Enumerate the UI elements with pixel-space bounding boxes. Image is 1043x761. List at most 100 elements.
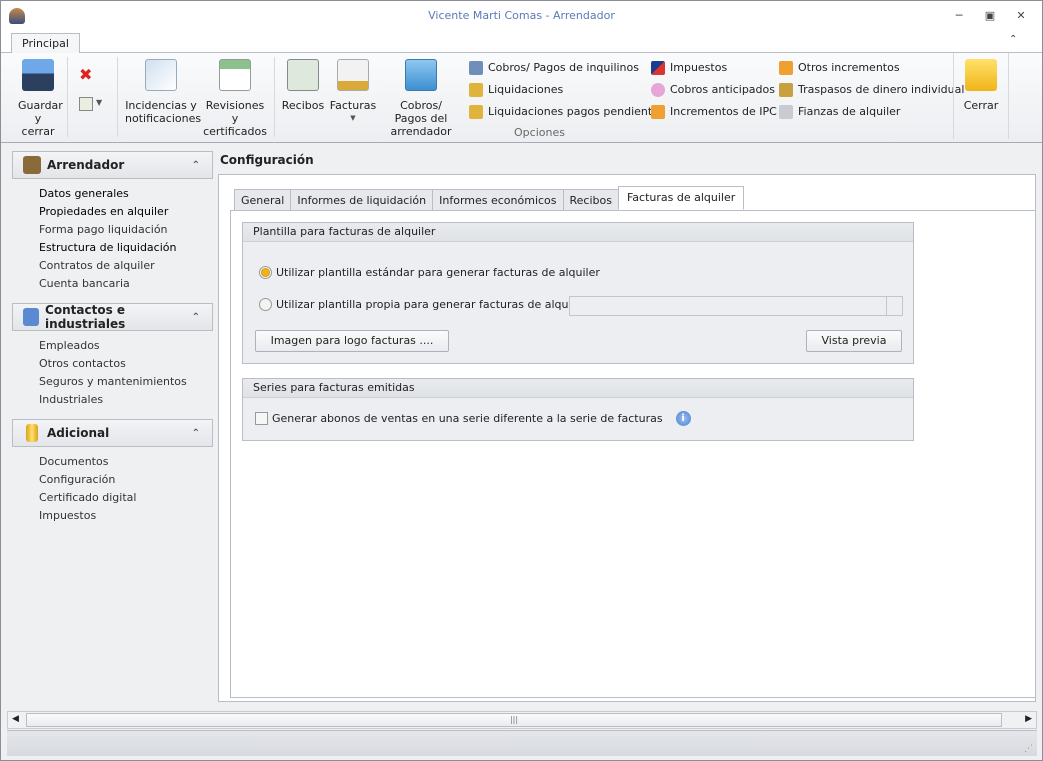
section-title: Contactos e industriales	[45, 303, 126, 331]
label: Liquidaciones	[488, 83, 564, 96]
people-icon	[23, 308, 40, 326]
radio-plantilla-propia[interactable]: Utilizar plantilla propia para generar f…	[259, 298, 586, 311]
sidebar: Arrendador ⌃ Datos generales Propiedades …	[12, 151, 213, 535]
fianzas-button[interactable]: Fianzas de alquiler	[779, 102, 900, 122]
sidebar-item-forma-pago[interactable]: Forma pago liquidación	[39, 221, 213, 239]
label: Liquidaciones pagos pendientes	[488, 105, 665, 118]
tab-informes-economicos[interactable]: Informes económicos	[432, 189, 564, 211]
template-path-input[interactable]	[569, 296, 903, 316]
section-adicional[interactable]: Adicional ⌃	[12, 419, 213, 447]
sidebar-item-configuracion[interactable]: Configuración	[39, 471, 213, 489]
page-title: Configuración	[218, 147, 1038, 173]
logo-image-button[interactable]: Imagen para logo facturas ....	[255, 330, 449, 352]
tab-facturas-alquiler[interactable]: Facturas de alquiler	[617, 186, 745, 210]
piggy-bank-icon	[651, 83, 665, 97]
group-series: Series para facturas emitidas Generar ab…	[242, 378, 914, 441]
sidebar-item-industriales[interactable]: Industriales	[39, 391, 213, 409]
cylinder-icon	[26, 424, 38, 442]
app-user-icon	[9, 8, 25, 24]
minimize-icon[interactable]: ─	[951, 8, 967, 24]
radio-plantilla-estandar[interactable]: Utilizar plantilla estándar para generar…	[259, 266, 600, 279]
scroll-right-icon[interactable]: ▶	[1025, 714, 1032, 724]
save-close-button[interactable]: Guardar y cerrar	[13, 57, 63, 138]
increase-arrow-icon	[651, 105, 665, 119]
receipt-icon	[287, 59, 319, 91]
impuestos-button[interactable]: Impuestos	[651, 58, 727, 78]
sidebar-item-certificado[interactable]: Certificado digital	[39, 489, 213, 507]
ribbon-tab-principal[interactable]: Principal	[11, 33, 80, 54]
sidebar-item-propiedades[interactable]: Propiedades en alquiler	[39, 203, 213, 221]
sidebar-item-datos-generales[interactable]: Datos generales	[39, 185, 213, 203]
incidencias-label: Incidencias y notificaciones	[125, 99, 202, 125]
chevron-up-icon[interactable]: ⌃	[192, 312, 200, 323]
settlement-icon	[469, 105, 483, 119]
radio-unselected-icon	[259, 298, 272, 311]
label: Cobros anticipados	[670, 83, 775, 96]
group-label-opciones: Opciones	[514, 126, 565, 139]
facturas-button[interactable]: Facturas ▼	[329, 57, 377, 125]
settlement-icon	[469, 83, 483, 97]
info-icon[interactable]: i	[675, 411, 691, 426]
label: Cobros/ Pagos de inquilinos	[488, 61, 639, 74]
title-bar: Vicente Marti Comas - Arrendador ─ ▣ ✕	[1, 1, 1042, 31]
close-icon[interactable]: ✕	[1013, 8, 1029, 24]
folder-exit-icon	[965, 59, 997, 91]
sidebar-item-estructura[interactable]: Estructura de liquidación	[39, 239, 213, 257]
cobros-arrendador-button[interactable]: Cobros/ Pagos del arrendador	[383, 57, 459, 138]
cobros-anticipados-button[interactable]: Cobros anticipados	[651, 80, 775, 100]
preview-button[interactable]: Vista previa	[806, 330, 902, 352]
collapse-ribbon-icon[interactable]: ⌃	[1009, 34, 1017, 45]
sidebar-item-cuenta[interactable]: Cuenta bancaria	[39, 275, 213, 293]
sidebar-item-contratos[interactable]: Contratos de alquiler	[39, 257, 213, 275]
horizontal-scrollbar[interactable]: ◀ ||| ▶	[7, 711, 1037, 729]
scroll-left-icon[interactable]: ◀	[12, 714, 19, 724]
otros-incrementos-button[interactable]: Otros incrementos	[779, 58, 900, 78]
label: Traspasos de dinero individual	[798, 83, 965, 96]
incidencias-button[interactable]: Incidencias y notificaciones	[125, 57, 202, 125]
increase-arrow-icon	[779, 61, 793, 75]
sidebar-item-documentos[interactable]: Documentos	[39, 453, 213, 471]
table-view-icon[interactable]	[79, 97, 93, 111]
sidebar-item-seguros[interactable]: Seguros y mantenimientos	[39, 373, 213, 391]
checkbox-icon	[255, 412, 268, 425]
tab-content: Plantilla para facturas de alquiler Util…	[230, 210, 1036, 698]
radio-label: Utilizar plantilla propia para generar f…	[276, 298, 586, 311]
floppy-disk-icon	[22, 59, 54, 91]
cobros-inquilinos-button[interactable]: Cobros/ Pagos de inquilinos	[469, 58, 639, 78]
save-close-label: Guardar y cerrar	[18, 99, 63, 138]
revisiones-button[interactable]: Revisiones y certificados	[201, 57, 269, 138]
resize-grip-icon[interactable]: ⋰	[1024, 744, 1033, 754]
sidebar-item-otros-contactos[interactable]: Otros contactos	[39, 355, 213, 373]
scroll-thumb[interactable]: |||	[26, 713, 1002, 727]
label: Otros incrementos	[798, 61, 900, 74]
close-button[interactable]: Cerrar	[959, 57, 1003, 112]
liquidaciones-pendientes-button[interactable]: Liquidaciones pagos pendientes	[469, 102, 665, 122]
app-window: Vicente Marti Comas - Arrendador ─ ▣ ✕ P…	[0, 0, 1043, 761]
label: Impuestos	[670, 61, 728, 74]
landlord-door-icon	[23, 156, 41, 174]
group-title: Plantilla para facturas de alquiler	[243, 223, 913, 242]
chevron-up-icon[interactable]: ⌃	[192, 160, 200, 171]
delete-icon[interactable]: ✖	[79, 65, 92, 84]
chevron-up-icon[interactable]: ⌃	[192, 428, 200, 439]
section-arrendador[interactable]: Arrendador ⌃	[12, 151, 213, 179]
ribbon-tabstrip: Principal ⌃	[1, 31, 1042, 54]
sidebar-item-empleados[interactable]: Empleados	[39, 337, 213, 355]
checkbox-abonos-serie[interactable]: Generar abonos de ventas en una serie di…	[255, 411, 691, 426]
restore-icon[interactable]: ▣	[982, 8, 998, 24]
recibos-button[interactable]: Recibos	[281, 57, 325, 112]
section-contactos[interactable]: Contactos e industriales ⌃	[12, 303, 213, 331]
liquidaciones-button[interactable]: Liquidaciones	[469, 80, 563, 100]
incrementos-ipc-button[interactable]: Incrementos de IPC	[651, 102, 777, 122]
group-plantilla: Plantilla para facturas de alquiler Util…	[242, 222, 914, 364]
traspasos-button[interactable]: Traspasos de dinero individual	[779, 80, 964, 100]
tab-informes-liquidacion[interactable]: Informes de liquidación	[290, 189, 434, 211]
tab-general[interactable]: General	[234, 189, 292, 211]
recibos-label: Recibos	[281, 99, 325, 112]
browse-button[interactable]	[886, 297, 902, 315]
chevron-down-icon: ▼	[350, 114, 356, 122]
chevron-down-icon[interactable]: ▼	[96, 98, 102, 107]
section-title: Arrendador	[47, 158, 125, 172]
tab-recibos[interactable]: Recibos	[562, 189, 619, 211]
sidebar-item-impuestos[interactable]: Impuestos	[39, 507, 213, 525]
